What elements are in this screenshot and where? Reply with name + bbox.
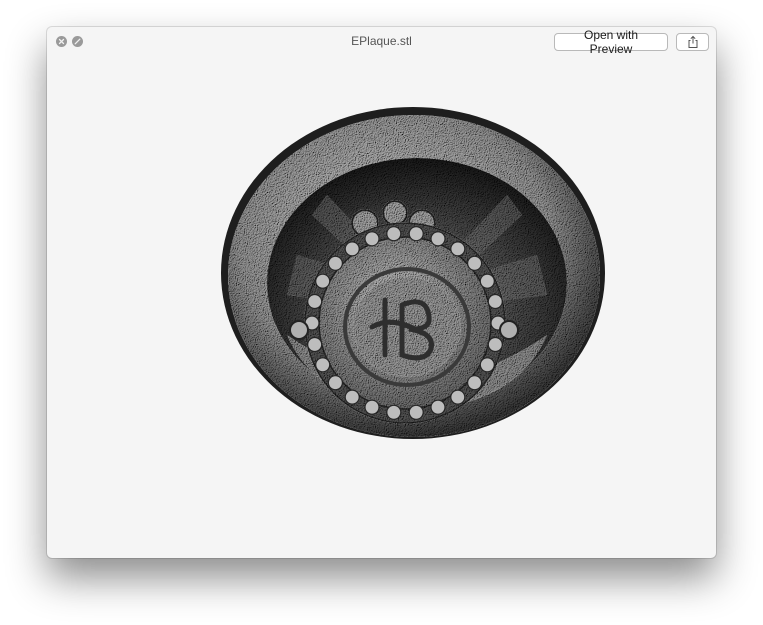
title-bar: EPlaque.stl Open with Preview [47,27,716,57]
medallion-bead [430,399,446,415]
medallion-bead [467,375,483,391]
medallion-bead [327,255,344,271]
medallion-bead [344,389,360,405]
share-icon [688,35,697,48]
medallion-bead [408,404,424,420]
medallion-bead [450,389,466,405]
medallion-bead [467,255,483,271]
medallion-bead [307,336,323,353]
medallion-bead [479,357,495,373]
share-button[interactable] [676,33,709,51]
medallion-bead [364,399,380,415]
medallion-bead [307,293,323,310]
medallion-bead [327,375,344,391]
medallion-bead [479,273,495,289]
quicklook-window: EPlaque.stl Open with Preview [47,27,716,558]
medallion-bead [344,241,360,257]
medallion-bead [315,357,331,373]
medallion-bead [450,241,466,257]
open-with-preview-button[interactable]: Open with Preview [554,28,668,56]
medallion-bead [386,404,402,420]
medallion-bead [386,226,402,242]
medallion-bead [487,293,503,310]
medallion-bead [487,336,503,353]
medallion-bead [364,231,380,247]
stl-model-preview[interactable] [217,105,609,443]
medallion-bead [408,226,424,242]
medallion-bead [315,273,331,289]
plaque-model-image [221,107,605,439]
medallion-bead [430,231,446,247]
